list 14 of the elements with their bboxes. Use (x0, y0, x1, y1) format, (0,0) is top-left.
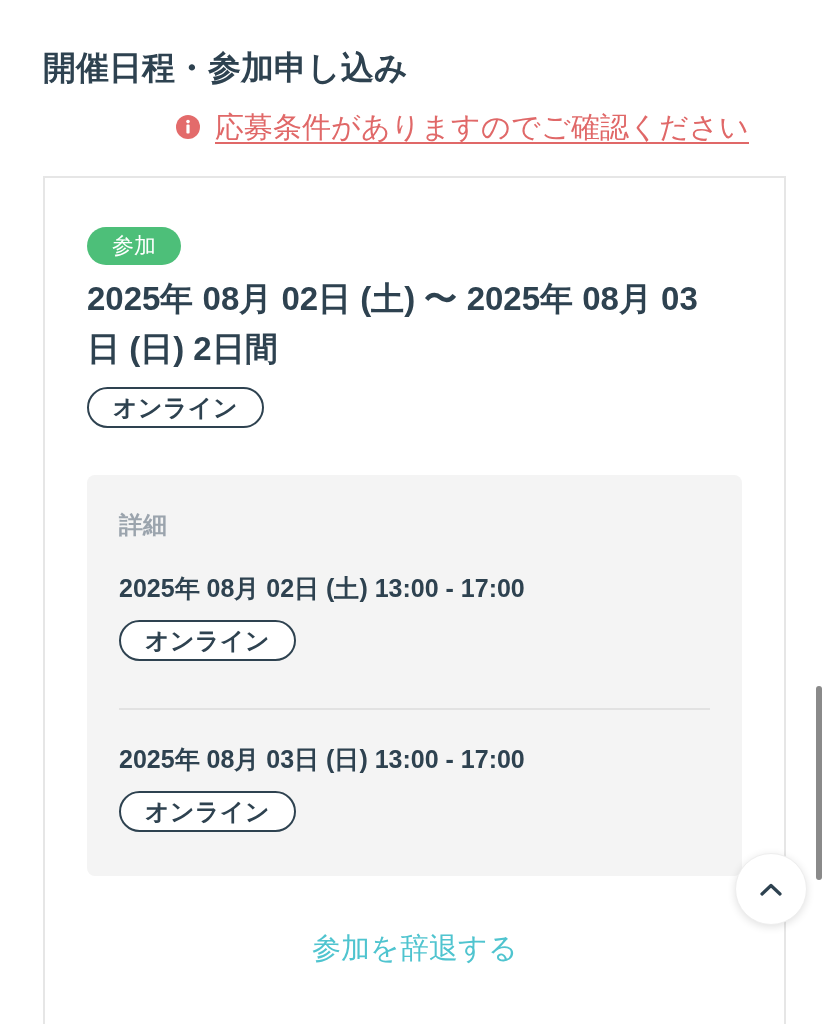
info-icon (176, 115, 200, 139)
format-tag: オンライン (119, 620, 296, 661)
session-datetime: 2025年 08月 03日 (日) 13:00 - 17:00 (119, 744, 525, 774)
format-tag: オンライン (119, 791, 296, 832)
scroll-to-top-button[interactable] (735, 853, 807, 925)
format-tag: オンライン (87, 387, 264, 428)
chevron-up-icon (760, 882, 782, 896)
conditions-link[interactable]: 応募条件がありますのでご確認ください (215, 109, 749, 145)
details-heading: 詳細 (119, 511, 167, 539)
section-title: 開催日程・参加申し込み (43, 48, 408, 88)
session-datetime: 2025年 08月 02日 (土) 13:00 - 17:00 (119, 573, 525, 603)
cancel-participation-link[interactable]: 参加を辞退する (311, 930, 518, 966)
event-date-range: 2025年 08月 02日 (土) 〜 2025年 08月 03日 (日) 2日間 (87, 279, 699, 369)
status-badge: 参加 (87, 227, 181, 265)
